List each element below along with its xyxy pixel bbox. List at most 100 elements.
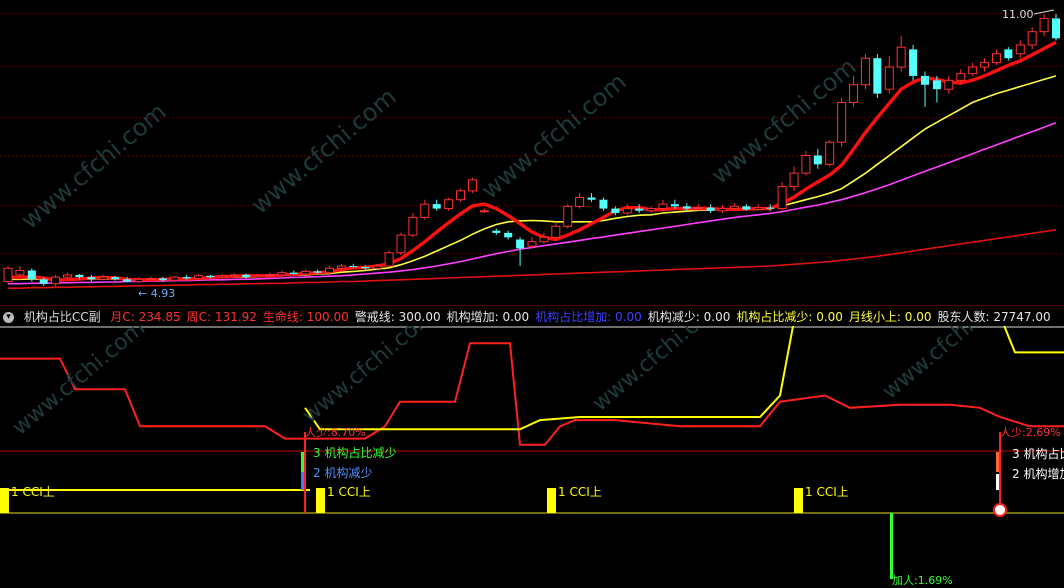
candle-body: [242, 274, 251, 278]
candle-body: [777, 185, 787, 210]
header-item: 生命线: 100.00: [262, 310, 349, 324]
candle-body: [896, 46, 906, 68]
ratio-increase-label: 3 机构占比: [1012, 446, 1064, 461]
candle-body: [575, 197, 585, 207]
people-increase-bar: [890, 513, 893, 579]
event-green-bar: [301, 452, 304, 472]
watermark: www.cfchi.com: [16, 97, 172, 234]
collapse-toggle-icon[interactable]: ▾: [3, 312, 14, 323]
watermark: www.cfchi.com: [588, 326, 730, 417]
header-item: 周C: 131.92: [186, 310, 257, 324]
candle-body: [991, 53, 1001, 64]
candle-body: [635, 208, 644, 211]
people-less-label: 人少:2.69%: [1000, 426, 1061, 439]
candle-body: [349, 266, 358, 268]
candle-body: [539, 236, 549, 243]
candle-body: [742, 206, 751, 210]
candle-body: [801, 155, 811, 174]
candle-body: [467, 179, 477, 192]
candle-body: [27, 270, 36, 280]
candle-body: [325, 267, 335, 274]
stock-chart-window: 11.00 ← 4.93 www.cfchi.com www.cfchi.com www…: [0, 0, 1064, 588]
candle-body: [408, 216, 418, 236]
candle-body: [587, 197, 596, 200]
candle-body: [456, 190, 466, 201]
candle-body: [909, 49, 918, 76]
max-price-arrow: [1033, 9, 1055, 15]
candle-body: [1052, 18, 1060, 39]
candle-body: [670, 204, 679, 207]
cci-marker: [316, 488, 325, 513]
candle-body: [265, 274, 275, 277]
candle-body: [646, 208, 656, 212]
event-dot: [993, 503, 1007, 517]
header-item: 股东人数: 27747.00: [937, 310, 1051, 324]
candle-body: [361, 266, 370, 269]
indicator-name[interactable]: 机构占比CC副: [24, 310, 101, 324]
candle-body: [87, 277, 96, 280]
candle-body: [527, 241, 537, 247]
people-more-label: 加人:1.69%: [892, 574, 953, 587]
candle-body: [336, 265, 346, 269]
candle-body: [682, 206, 691, 209]
candle-body: [706, 207, 715, 211]
candle-body: [51, 276, 61, 285]
candle-body: [753, 207, 763, 210]
candle-body: [658, 203, 668, 210]
candle-body: [849, 84, 859, 103]
candle-body: [932, 80, 941, 90]
cci-label: 1 CCI上: [327, 485, 371, 499]
candle-body: [563, 205, 573, 227]
reduce-label: 2 机构减少: [313, 465, 372, 480]
min-price-label: ← 4.93: [138, 287, 175, 300]
candle-body: [1027, 31, 1037, 46]
header-item: 月线小上: 0.00: [848, 310, 932, 324]
event-orange-bar: [996, 452, 999, 472]
candle-body: [873, 58, 882, 94]
price-chart[interactable]: 11.00 ← 4.93 www.cfchi.com www.cfchi.com www…: [0, 0, 1064, 306]
cci-marker: [547, 488, 556, 513]
candle-body: [289, 272, 298, 275]
candle-body: [813, 155, 822, 165]
candle-body: [217, 275, 227, 278]
header-item: 机构增加: 0.00: [446, 310, 530, 324]
candle-body: [98, 276, 108, 280]
candle-body: [622, 208, 632, 214]
indicator-header: ▾ 机构占比CC副 月C: 234.85 周C: 131.92 生命线: 100.0…: [0, 308, 1064, 326]
header-item: 机构减少: 0.00: [647, 310, 731, 324]
cci-marker: [794, 488, 803, 513]
candle-body: [63, 274, 73, 278]
candle-body: [729, 205, 739, 210]
candle-body: [718, 208, 728, 212]
candle-body: [229, 274, 239, 277]
candle-body: [432, 204, 441, 209]
watermark: www.cfchi.com: [476, 67, 632, 204]
candle-body: [15, 269, 25, 276]
candle-body: [396, 234, 406, 254]
candle-body: [444, 199, 454, 210]
candle-body: [3, 267, 13, 283]
candle-body: [956, 73, 966, 81]
candle-body: [611, 208, 620, 213]
ratio-reduce-label: 3 机构占比减少: [313, 445, 396, 460]
candle-body: [884, 66, 894, 90]
candle-body: [551, 225, 561, 238]
candle-body: [968, 66, 978, 75]
candle-body: [479, 210, 489, 213]
cci-label: 1 CCI上: [11, 485, 55, 499]
candle-body: [1004, 49, 1013, 59]
event-blue-bar: [301, 472, 304, 490]
candle-body: [837, 101, 847, 143]
candle-body: [420, 203, 430, 218]
max-price-label: 11.00: [1002, 8, 1034, 21]
indicator-chart[interactable]: 1 CCI上 1 CCI上 1 CCI上 1 CCI上人少:8.70%3 机构占比减少…: [0, 326, 1064, 588]
candle-body: [980, 62, 990, 68]
candle-body: [1039, 17, 1049, 33]
candle-body: [182, 277, 191, 279]
header-item: 月C: 234.85: [110, 310, 181, 324]
candle-body: [39, 279, 48, 284]
candle-body: [170, 276, 180, 281]
candle-body: [504, 232, 513, 238]
candle-body: [921, 75, 929, 85]
cci-label: 1 CCI上: [805, 485, 849, 499]
